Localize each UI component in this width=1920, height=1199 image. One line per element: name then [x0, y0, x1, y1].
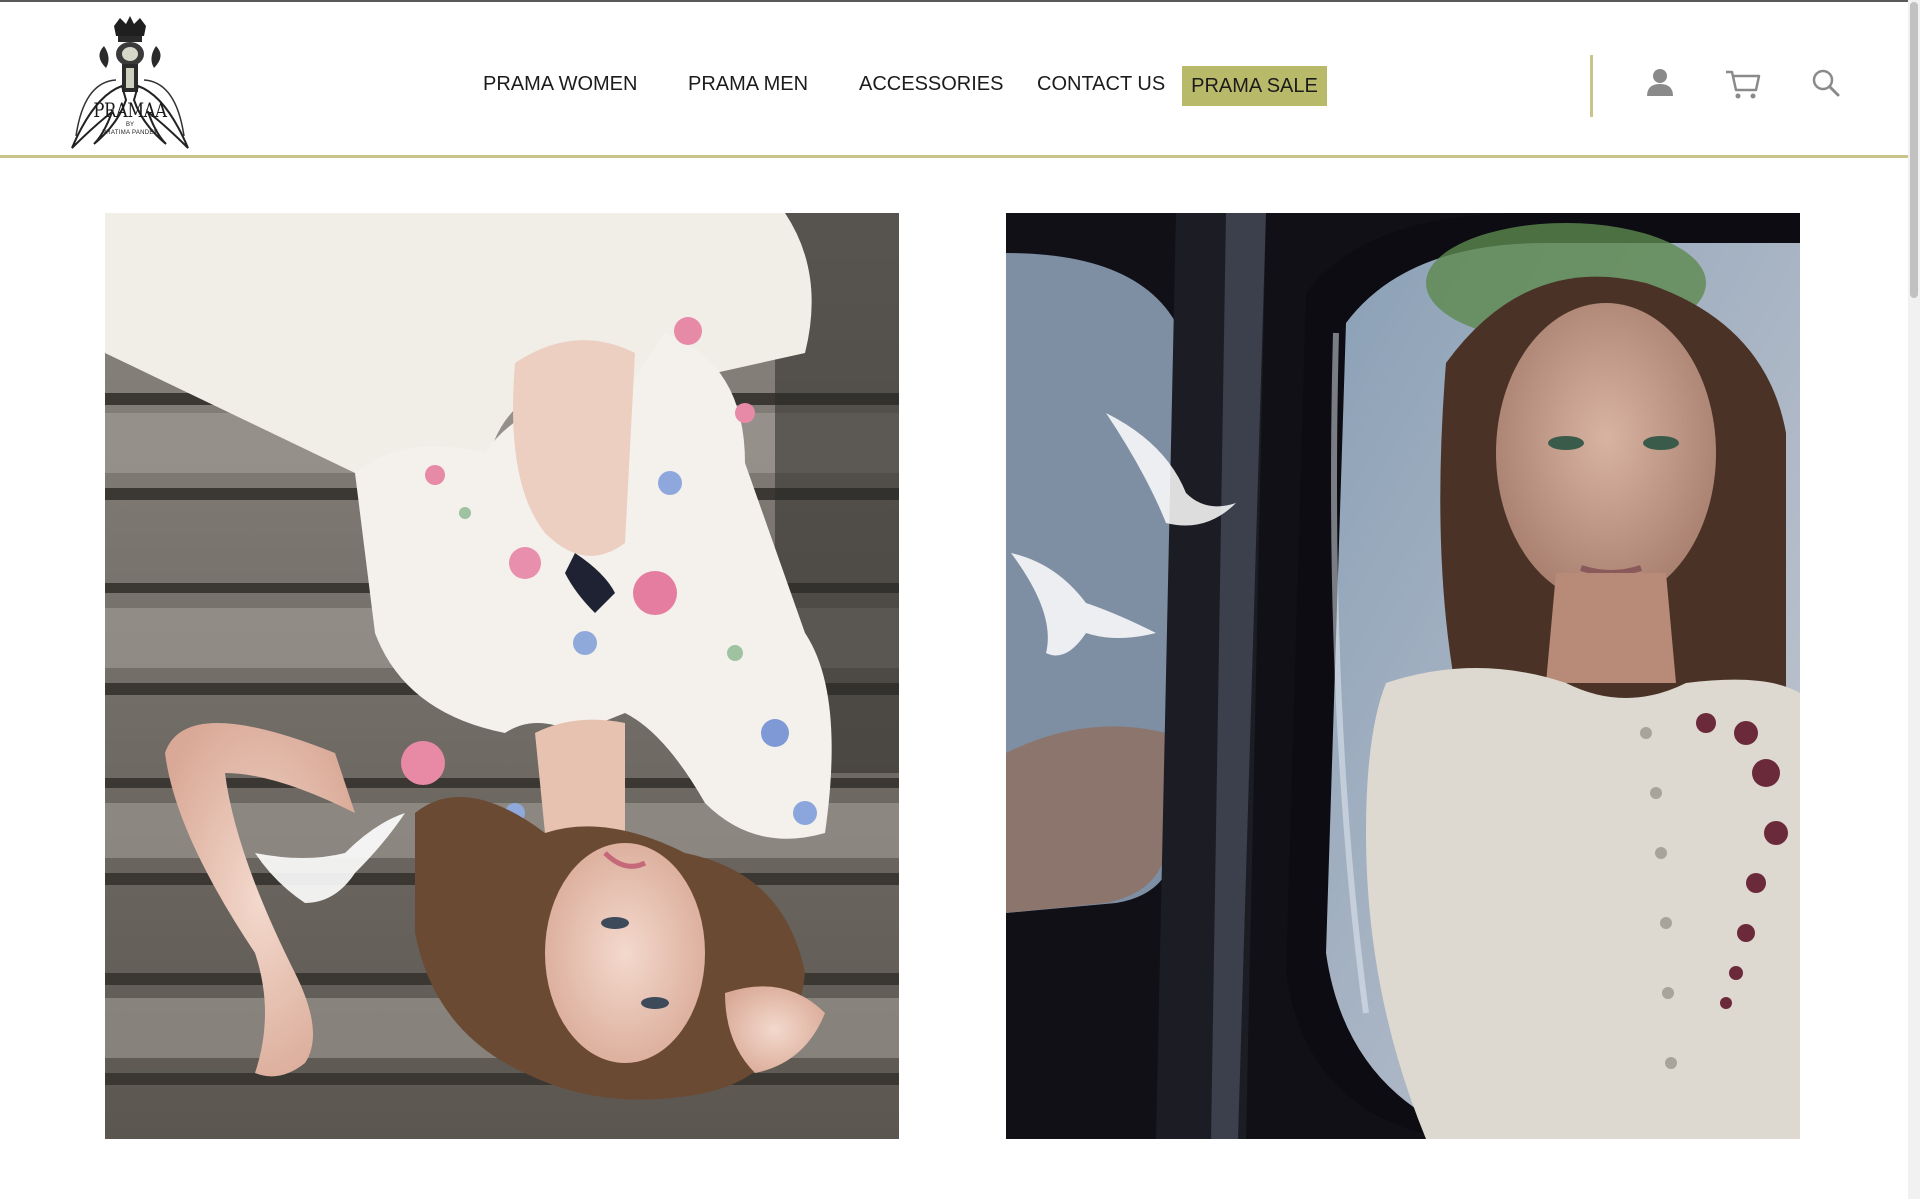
user-icon: [1647, 69, 1673, 96]
nav-contact-us[interactable]: CONTACT US: [1037, 72, 1165, 96]
nav-prama-men[interactable]: PRAMA MEN: [688, 72, 808, 96]
search-icon: [1812, 69, 1840, 97]
logo-designer-name: PRATIMA PANDEY: [102, 130, 158, 136]
cart-icon: [1726, 70, 1761, 99]
logo-by: BY: [125, 122, 134, 128]
site-header: PRAMAA BY PRATIMA PANDEY PRAMA WOMEN PRA…: [0, 2, 1908, 157]
header-divider: [1590, 55, 1593, 117]
logo-wordmark: PRAMAA: [93, 98, 167, 122]
lookbook-image-left[interactable]: [105, 213, 899, 1139]
nav-prama-sale[interactable]: PRAMA SALE: [1182, 66, 1327, 106]
lookbook-image-right[interactable]: [1006, 213, 1800, 1139]
search-button[interactable]: [1806, 64, 1846, 104]
model-on-deck-image: [105, 213, 899, 1139]
nav-prama-women[interactable]: PRAMA WOMEN: [483, 72, 637, 96]
account-button[interactable]: [1640, 64, 1680, 104]
nav-accessories[interactable]: ACCESSORIES: [859, 72, 1003, 96]
brand-logo[interactable]: PRAMAA BY PRATIMA PANDEY: [64, 16, 196, 150]
cart-button[interactable]: [1723, 64, 1763, 104]
model-in-car-image: [1006, 213, 1800, 1139]
scrollbar-thumb[interactable]: [1910, 2, 1918, 298]
header-underline: [0, 155, 1908, 158]
